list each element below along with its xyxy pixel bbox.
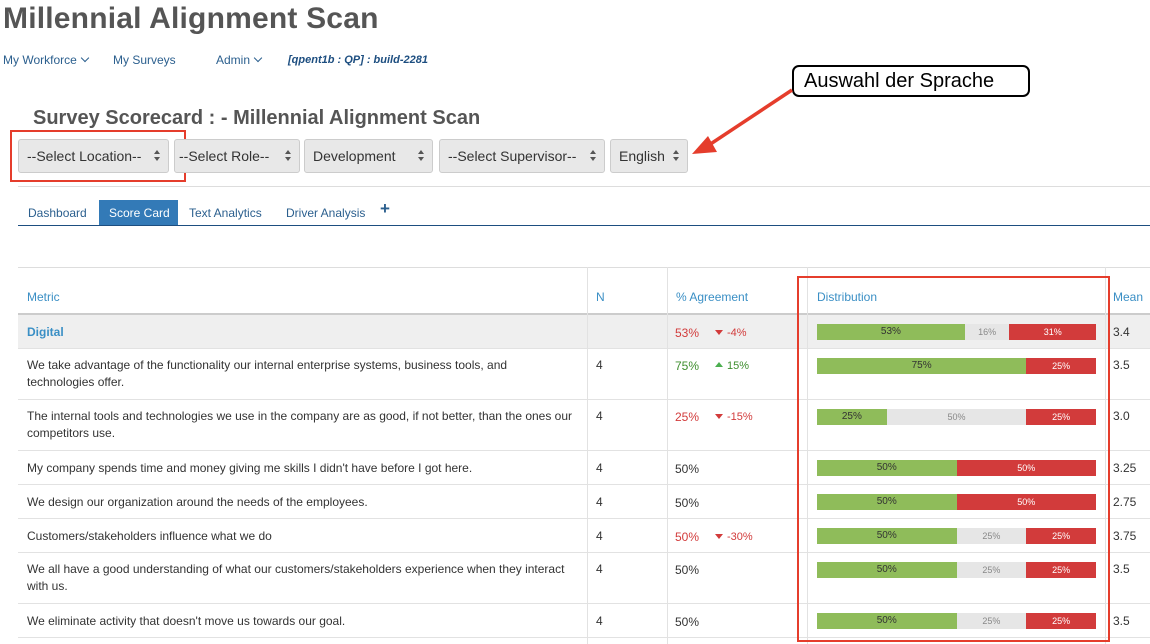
chevron-down-icon: [80, 53, 90, 63]
language-callout: Auswahl der Sprache: [792, 65, 1030, 97]
metric-text: My company spends time and money giving …: [27, 461, 473, 475]
language-select-value: English: [619, 148, 665, 164]
tab-driver-analysis[interactable]: Driver Analysis: [286, 200, 365, 225]
metric-text: We eliminate activity that doesn't move …: [27, 614, 346, 628]
select-arrows-icon: [673, 150, 680, 162]
app-title: Millennial Alignment Scan: [3, 2, 379, 35]
mean-value: 3.4: [1113, 325, 1130, 339]
metric-text: The internal tools and technologies we u…: [27, 409, 573, 440]
mean-value: 3.25: [1113, 461, 1137, 475]
header-mean[interactable]: Mean: [1113, 267, 1143, 315]
triangle-down-icon: [715, 534, 723, 539]
location-select-value: --Select Location--: [27, 148, 142, 164]
header-n[interactable]: N: [596, 267, 605, 315]
tabs-divider: [18, 225, 1150, 226]
agreement-value: 50%: [675, 563, 700, 577]
department-select-value: Development: [313, 148, 396, 164]
delta-value: 15%: [727, 360, 750, 372]
build-info: [qpent1b : QP] : build-2281: [288, 54, 428, 66]
nav-my-workforce-label: My Workforce: [3, 53, 77, 67]
agreement-delta: 15%: [715, 358, 749, 375]
nav-my-workforce[interactable]: My Workforce: [3, 53, 90, 67]
supervisor-select-value: --Select Supervisor--: [448, 148, 577, 164]
supervisor-select[interactable]: --Select Supervisor--: [439, 139, 605, 173]
tab-score-card[interactable]: Score Card: [99, 200, 178, 225]
n-value: 4: [596, 358, 603, 372]
metric-text[interactable]: Digital: [27, 324, 577, 341]
agreement-value: 50%: [675, 615, 700, 629]
metric-text: We design our organization around the ne…: [27, 495, 368, 509]
chevron-down-icon: [253, 53, 263, 63]
nav-my-surveys-label: My Surveys: [113, 53, 176, 67]
header-agreement[interactable]: % Agreement: [676, 267, 748, 315]
select-arrows-icon: [154, 150, 161, 162]
n-value: 4: [596, 562, 603, 576]
tab-text-analytics[interactable]: Text Analytics: [189, 200, 262, 225]
metric-text: We take advantage of the functionality o…: [27, 358, 508, 389]
select-arrows-icon: [590, 150, 597, 162]
agreement-value: 50%: [675, 462, 700, 476]
metric-text: Customers/stakeholders influence what we…: [27, 529, 272, 543]
mean-value: 3.5: [1113, 562, 1130, 576]
divider: [18, 186, 1150, 187]
role-select[interactable]: --Select Role--: [174, 139, 300, 173]
distribution-highlight-box: [797, 276, 1110, 642]
scorecard-title: Survey Scorecard : - Millennial Alignmen…: [33, 107, 481, 129]
triangle-down-icon: [715, 330, 723, 335]
nav-admin[interactable]: Admin: [216, 53, 263, 67]
n-value: 4: [596, 529, 603, 543]
mean-value: 3.5: [1113, 358, 1130, 372]
n-value: 4: [596, 409, 603, 423]
agreement-value: 53%: [675, 326, 700, 340]
nav-admin-label: Admin: [216, 53, 251, 67]
agreement-delta: -15%: [715, 409, 753, 426]
nav-my-surveys[interactable]: My Surveys: [113, 53, 176, 67]
tab-dashboard[interactable]: Dashboard: [28, 200, 87, 225]
language-select[interactable]: English: [610, 139, 688, 173]
n-value: 4: [596, 614, 603, 628]
n-value: 4: [596, 495, 603, 509]
location-select[interactable]: --Select Location--: [18, 139, 169, 173]
agreement-value: 50%: [675, 530, 700, 544]
add-tab-button[interactable]: +: [380, 199, 390, 219]
metric-text: We all have a good understanding of what…: [27, 562, 565, 593]
select-arrows-icon: [285, 150, 292, 162]
delta-value: -30%: [727, 531, 753, 543]
mean-value: 3.5: [1113, 614, 1130, 628]
agreement-value: 50%: [675, 496, 700, 510]
n-value: 4: [596, 461, 603, 475]
delta-value: -15%: [727, 411, 753, 423]
mean-value: 2.75: [1113, 495, 1137, 509]
delta-value: -4%: [727, 327, 747, 339]
mean-value: 3.75: [1113, 529, 1137, 543]
select-arrows-icon: [418, 150, 425, 162]
header-metric[interactable]: Metric: [27, 267, 60, 315]
agreement-delta: -4%: [715, 325, 747, 342]
role-select-value: --Select Role--: [179, 148, 270, 164]
department-select[interactable]: Development: [304, 139, 433, 173]
column-divider: [667, 267, 668, 644]
triangle-down-icon: [715, 414, 723, 419]
column-divider: [587, 267, 588, 644]
agreement-value: 75%: [675, 359, 700, 373]
agreement-value: 25%: [675, 410, 700, 424]
mean-value: 3.0: [1113, 409, 1130, 423]
agreement-delta: -30%: [715, 529, 753, 546]
triangle-up-icon: [715, 362, 723, 367]
